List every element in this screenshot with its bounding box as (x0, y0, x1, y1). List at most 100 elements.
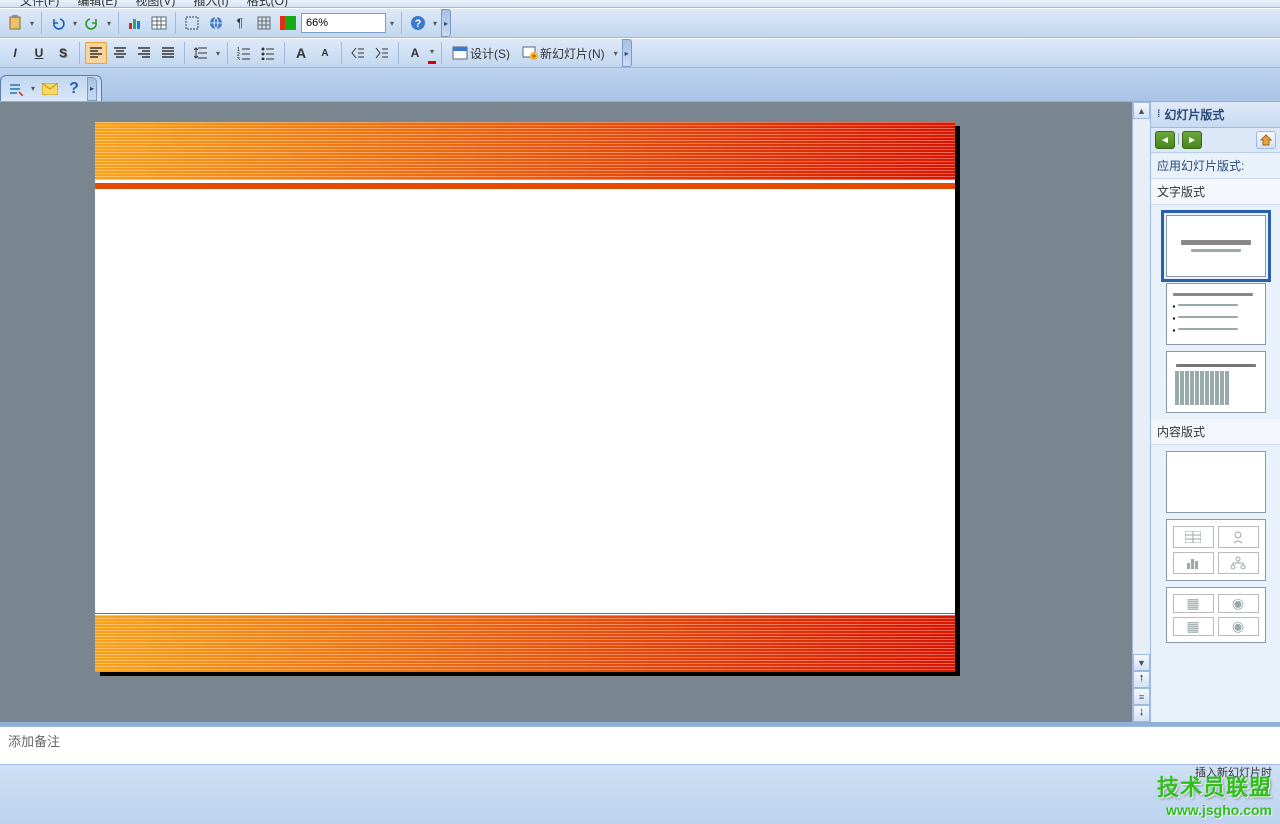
review-dropdown[interactable]: ▾ (29, 78, 37, 100)
taskpane-nav: ◄ | ► (1151, 128, 1280, 153)
back-button[interactable]: ◄ (1155, 131, 1175, 149)
layout-blank[interactable] (1166, 451, 1266, 513)
menu-item[interactable]: 编辑(E) (77, 0, 117, 8)
design-label: 设计(S) (470, 45, 510, 62)
decrease-font-button[interactable]: A (314, 42, 336, 64)
text-layouts-header: 文字版式 (1151, 179, 1280, 205)
toolbar-options[interactable]: ▸ (441, 9, 451, 37)
table-icon (1173, 526, 1214, 548)
new-slide-icon: ✶ (522, 46, 538, 60)
font-color-button[interactable]: A (404, 42, 426, 64)
reviewing-bar-area: ▾ ? ▸ (0, 68, 1280, 102)
mail-recipient-button[interactable] (39, 78, 61, 100)
forward-button[interactable]: ► (1182, 131, 1202, 149)
clipart-icon (1218, 526, 1259, 548)
chart-icon (1173, 552, 1214, 574)
toolbar-options-2[interactable]: ▸ (622, 39, 632, 67)
taskpane-title: 幻灯片版式 (1164, 106, 1224, 123)
redo-dropdown[interactable]: ▾ (105, 12, 113, 34)
menu-item[interactable]: 文件(F) (20, 0, 59, 8)
menu-item[interactable]: 视图(V) (135, 0, 175, 8)
zoom-dropdown[interactable]: ▾ (388, 12, 396, 34)
layout-bulleted-list[interactable]: ▪ ▪ ▪ (1166, 283, 1266, 345)
taskpane-title-bar[interactable]: ⁞ 幻灯片版式 (1151, 102, 1280, 128)
undo-dropdown[interactable]: ▾ (71, 12, 79, 34)
svg-text:?: ? (415, 18, 422, 30)
menu-bar: 文件(F) 编辑(E) 视图(V) 插入(I) 格式(O) (0, 0, 1280, 8)
orgchart-icon (1218, 552, 1259, 574)
layouts-list[interactable]: ▪ ▪ ▪ 内容版式 (1151, 205, 1280, 722)
help-dropdown[interactable]: ▾ (431, 12, 439, 34)
numbered-list-button[interactable]: 123 (233, 42, 255, 64)
content-layouts-header: 内容版式 (1151, 419, 1280, 445)
reviewing-toolbar: ▾ ? ▸ (0, 75, 102, 101)
line-spacing-button[interactable] (190, 42, 212, 64)
paste-button[interactable] (4, 12, 26, 34)
slide-browse-button[interactable]: ≡ (1133, 688, 1150, 705)
show-grid-button[interactable] (253, 12, 275, 34)
decrease-indent-button[interactable] (347, 42, 369, 64)
layout-content[interactable] (1166, 519, 1266, 581)
redo-button[interactable] (81, 12, 103, 34)
watermark: 技术员联盟 www.jsgho.com (1157, 770, 1272, 818)
layout-four-content[interactable]: ▦◉ ▦◉ (1166, 587, 1266, 643)
svg-text:✶: ✶ (531, 52, 538, 60)
help-button[interactable]: ? (407, 12, 429, 34)
next-slide-button[interactable]: ⭭ (1133, 705, 1150, 722)
hyperlink-button[interactable] (205, 12, 227, 34)
show-formatting-button[interactable]: ¶ (229, 12, 251, 34)
scroll-up-button[interactable]: ▲ (1133, 102, 1150, 119)
menu-item[interactable]: 插入(I) (193, 0, 228, 8)
font-color-dropdown[interactable]: ▾ (428, 42, 436, 64)
align-justify-button[interactable] (157, 42, 179, 64)
scroll-track[interactable] (1133, 119, 1150, 654)
color-button[interactable] (277, 12, 299, 34)
notes-pane[interactable]: 添加备注 (0, 726, 1280, 764)
increase-indent-button[interactable] (371, 42, 393, 64)
zoom-combo[interactable] (301, 13, 386, 33)
menu-item[interactable]: 格式(O) (247, 0, 288, 8)
chart-button[interactable] (124, 12, 146, 34)
design-icon (452, 46, 468, 60)
task-pane: ⁞ 幻灯片版式 ◄ | ► 应用幻灯片版式: 文字版式 ▪ ▪ ▪ (1150, 102, 1280, 722)
apply-layout-label: 应用幻灯片版式: (1151, 153, 1280, 179)
new-slide-label: 新幻灯片(N) (540, 45, 605, 62)
svg-text:3: 3 (237, 57, 240, 60)
design-button[interactable]: 设计(S) (447, 42, 515, 64)
vertical-scrollbar[interactable]: ▲ ▼ ⭫ ≡ ⭭ (1132, 102, 1150, 722)
scroll-down-button[interactable]: ▼ (1133, 654, 1150, 671)
status-bar: 插入新幻灯片时 技术员联盟 www.jsgho.com (0, 764, 1280, 824)
review-toolbar-options[interactable]: ▸ (87, 77, 97, 101)
underline-button[interactable]: U (28, 42, 50, 64)
workspace: ▲ ▼ ⭫ ≡ ⭭ ⁞ 幻灯片版式 ◄ | ► 应用幻灯片版式: 文字版式 (0, 102, 1280, 722)
shadow-button[interactable]: S (52, 42, 74, 64)
slide-header-graphic (95, 122, 955, 180)
align-left-button[interactable] (85, 42, 107, 64)
home-button[interactable] (1256, 131, 1276, 149)
new-slide-dropdown[interactable]: ▾ (612, 42, 620, 64)
watermark-title: 技术员联盟 (1157, 770, 1272, 802)
increase-font-button[interactable]: A (290, 42, 312, 64)
slide-canvas[interactable] (95, 122, 955, 672)
italic-button[interactable]: I (4, 42, 26, 64)
line-spacing-dropdown[interactable]: ▾ (214, 42, 222, 64)
table-button[interactable] (148, 12, 170, 34)
layout-two-column-text[interactable] (1166, 351, 1266, 413)
paste-dropdown[interactable]: ▾ (28, 12, 36, 34)
bullet-list-button[interactable] (257, 42, 279, 64)
slide-footer-graphic (95, 615, 955, 672)
standard-toolbar: ▾ ▾ ▾ ¶ ▾ ? ▾ ▸ (0, 8, 1280, 38)
formatting-toolbar: I U S ▾ 123 A A A ▾ 设计(S) ✶ 新幻灯片(N) ▾ ▸ (0, 38, 1280, 68)
watermark-url: www.jsgho.com (1157, 802, 1272, 818)
undo-button[interactable] (47, 12, 69, 34)
align-center-button[interactable] (109, 42, 131, 64)
layout-title-slide[interactable] (1166, 215, 1266, 277)
slide-editor[interactable] (0, 102, 1132, 722)
align-right-button[interactable] (133, 42, 155, 64)
help-button-2[interactable]: ? (63, 78, 85, 100)
slide-accent-bar (95, 183, 955, 189)
prev-slide-button[interactable]: ⭫ (1133, 671, 1150, 688)
review-pane-button[interactable] (5, 78, 27, 100)
new-slide-button[interactable]: ✶ 新幻灯片(N) (517, 42, 610, 64)
tables-borders-button[interactable] (181, 12, 203, 34)
